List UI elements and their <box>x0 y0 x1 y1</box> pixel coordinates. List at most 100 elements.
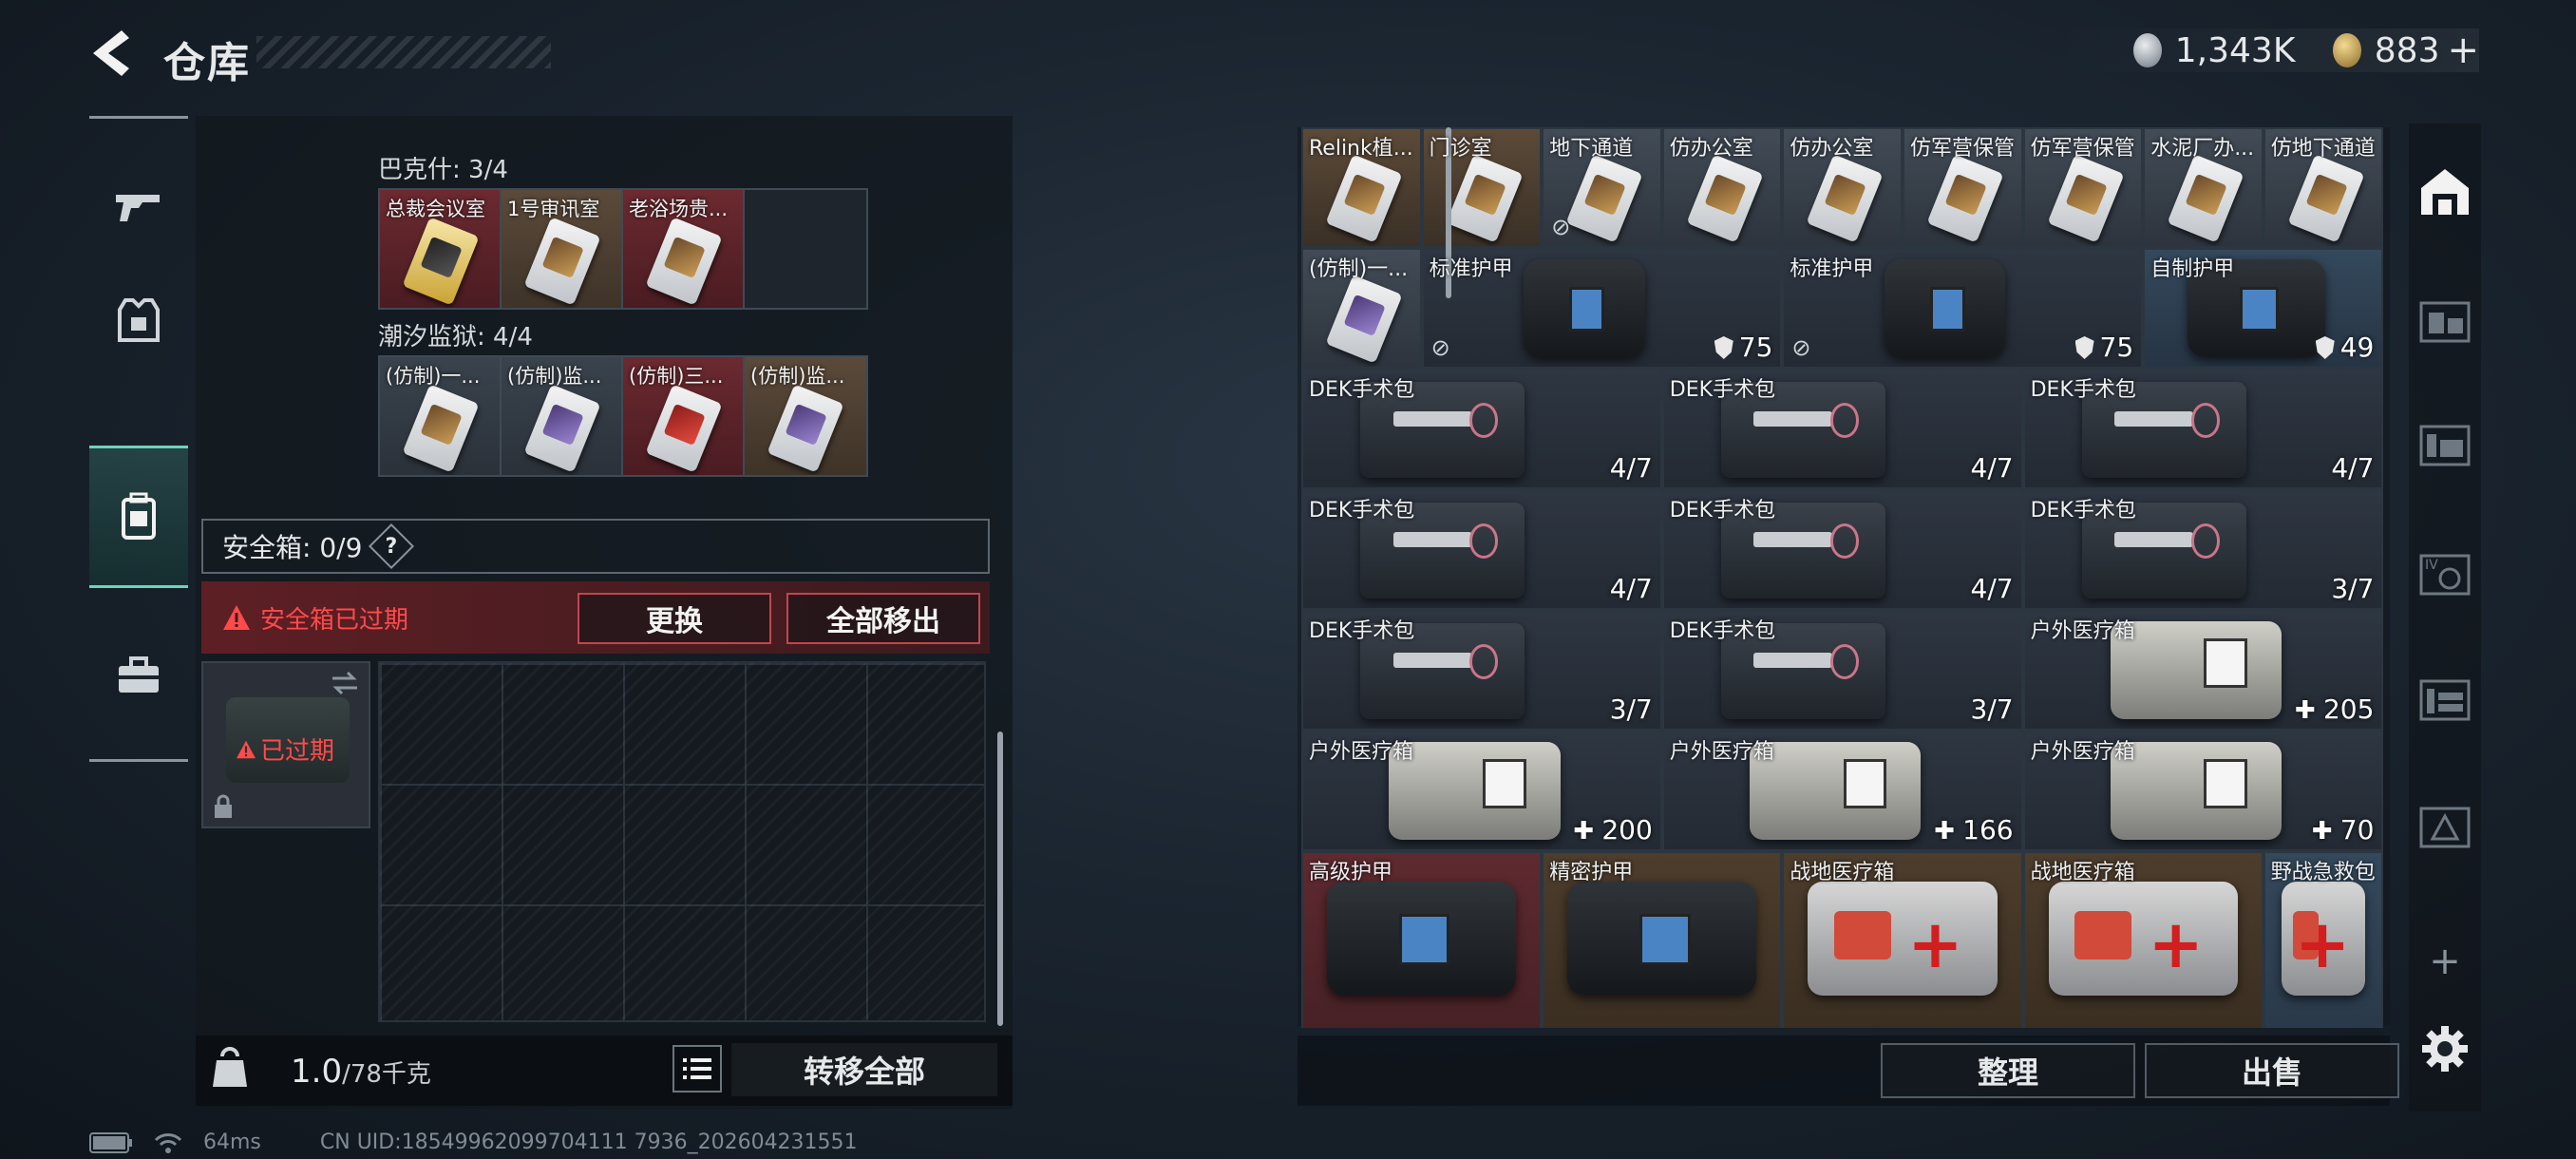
storage-tab-2[interactable] <box>2413 412 2477 477</box>
back-button[interactable] <box>87 27 133 80</box>
inventory-keycard[interactable]: 仿办公室 <box>1782 127 1903 248</box>
inventory-keycard[interactable]: 仿地下通道 <box>2263 127 2384 248</box>
sort-button[interactable]: 整理 <box>1881 1043 2135 1098</box>
keycard-slot[interactable]: (仿制)一... <box>380 357 502 475</box>
gold-coin-icon <box>2333 33 2361 67</box>
inventory-surgery-kit[interactable]: DEK手术包 4/7 <box>1301 369 1662 489</box>
back-arrow-icon <box>93 30 129 76</box>
inventory-field-med-box[interactable]: 战地医疗箱 <box>2022 851 2263 1028</box>
group-label-bakshi: 巴克什: 3/4 <box>378 156 508 184</box>
item-image <box>1326 882 1517 996</box>
inventory-medical-box[interactable]: 户外医疗箱 ✚ 200 <box>1301 731 1662 851</box>
tab-toolbox[interactable] <box>89 626 188 725</box>
storage-tab-main[interactable] <box>2413 160 2477 224</box>
help-button[interactable]: ? <box>369 522 415 570</box>
item-name: 户外医疗箱 <box>2030 740 2135 764</box>
inventory-surgery-kit[interactable]: DEK手术包 4/7 <box>1661 369 2023 489</box>
keycard-slot[interactable]: (仿制)监... <box>502 357 623 475</box>
left-tab-rail <box>89 116 188 762</box>
item-value-text: 3/7 <box>2331 573 2375 604</box>
inventory-keycard[interactable]: 地下通道 ⊘ <box>1542 127 1662 248</box>
inventory-keycard[interactable]: 仿军营保管 <box>1903 127 2023 248</box>
armor-icon <box>118 298 160 342</box>
tab-backpack[interactable] <box>89 446 188 588</box>
add-currency-button[interactable]: + <box>2448 28 2480 72</box>
item-name: 户外医疗箱 <box>2030 619 2135 643</box>
currency-bar: 1,343K 883 + <box>2052 28 2479 72</box>
inventory-surgery-kit[interactable]: DEK手术包 3/7 <box>1301 610 1662 731</box>
item-name: 标准护甲 <box>1790 257 1874 281</box>
safe-box-label: 安全箱: 0/9 <box>222 532 363 563</box>
weight-value: 1.0 <box>291 1053 343 1091</box>
replace-button[interactable]: 更换 <box>578 593 771 644</box>
add-storage-button[interactable]: + <box>2413 929 2477 994</box>
storage-tab-6[interactable] <box>2413 794 2477 859</box>
no-trade-icon: ⊘ <box>1430 334 1450 361</box>
storage-tab-5[interactable] <box>2413 667 2477 732</box>
inventory-armor[interactable]: 精密护甲 <box>1542 851 1783 1028</box>
storage-tab-4[interactable]: IV <box>2413 542 2477 606</box>
keycard-slot[interactable]: 老浴场贵... <box>623 190 745 308</box>
inventory-keycard[interactable]: 水泥厂办... <box>2143 127 2263 248</box>
item-name: 自制护甲 <box>2150 257 2235 281</box>
keycard-slot[interactable]: (仿制)三... <box>623 357 745 475</box>
storage-5-icon <box>2419 679 2471 721</box>
left-scrollbar[interactable] <box>997 732 1003 1026</box>
item-value: ✚ 166 <box>1934 814 2014 846</box>
inventory-medical-box[interactable]: 户外医疗箱 ✚ 166 <box>1661 731 2023 851</box>
storage-tab-1[interactable] <box>2413 289 2477 353</box>
sell-button[interactable]: 出售 <box>2145 1043 2399 1098</box>
health-icon: ✚ <box>2311 817 2340 846</box>
item-name: DEK手术包 <box>2030 499 2136 522</box>
item-value-text: 4/7 <box>2331 452 2375 484</box>
item-name: 仿办公室 <box>1790 137 1874 161</box>
item-name: DEK手术包 <box>1309 619 1415 643</box>
storage-6-icon <box>2419 807 2471 848</box>
safe-box-grid[interactable] <box>378 661 986 1022</box>
item-name: 户外医疗箱 <box>1669 740 1774 764</box>
inventory-keycard[interactable]: 门诊室 <box>1421 127 1543 248</box>
list-view-button[interactable] <box>672 1045 722 1092</box>
inventory-keycard[interactable]: (仿制)一... <box>1301 248 1422 369</box>
keycard-row-tide-prison: (仿制)一... (仿制)监... (仿制)三... (仿制)监... <box>378 355 868 477</box>
inventory-armor[interactable]: 标准护甲 ⊘ 75 <box>1782 248 2144 369</box>
remove-all-button[interactable]: 全部移出 <box>786 593 980 644</box>
weight-capacity: /78千克 <box>342 1060 431 1089</box>
inventory-surgery-kit[interactable]: DEK手术包 4/7 <box>2022 369 2384 489</box>
item-name: 地下通道 <box>1549 137 1634 161</box>
inventory-first-aid-kit[interactable]: 野战急救包 <box>2263 851 2384 1028</box>
keycard-image <box>1926 154 2004 243</box>
inventory-armor[interactable]: 自制护甲 49 <box>2143 248 2384 369</box>
inventory-medical-box[interactable]: 户外医疗箱 ✚ 70 <box>2022 731 2384 851</box>
safe-box-slot[interactable]: 已过期 <box>201 661 370 828</box>
inventory-armor[interactable]: 高级护甲 <box>1301 851 1543 1028</box>
inventory-field-med-box[interactable]: 战地医疗箱 <box>1782 851 2023 1028</box>
keycard-slot[interactable]: (仿制)监... <box>745 357 866 475</box>
inventory-keycard[interactable]: 仿办公室 <box>1661 127 1783 248</box>
settings-button[interactable] <box>2413 1016 2477 1081</box>
inventory-surgery-kit[interactable]: DEK手术包 4/7 <box>1301 489 1662 610</box>
inventory-keycard[interactable]: 仿军营保管 <box>2022 127 2144 248</box>
expired-overlay: 已过期 <box>236 732 334 767</box>
item-name: 高级护甲 <box>1309 861 1393 884</box>
item-value: 49 <box>2315 332 2374 363</box>
gun-icon <box>116 195 160 221</box>
inventory-surgery-kit[interactable]: DEK手术包 4/7 <box>1661 489 2023 610</box>
keycard-image <box>645 217 723 306</box>
keycard-image <box>402 384 480 473</box>
inventory-surgery-kit[interactable]: DEK手术包 3/7 <box>1661 610 2023 731</box>
keycard-image <box>523 384 601 473</box>
item-value-text: 3/7 <box>1609 694 1653 725</box>
keycard-slot-empty[interactable] <box>745 190 866 308</box>
inventory-armor[interactable]: 标准护甲 ⊘ 75 <box>1421 248 1783 369</box>
inventory-surgery-kit[interactable]: DEK手术包 3/7 <box>2022 489 2384 610</box>
item-value: 75 <box>2074 332 2133 363</box>
item-image <box>1808 882 1998 996</box>
keycard-slot[interactable]: 1号审讯室 <box>502 190 623 308</box>
tab-weapons[interactable] <box>89 157 188 256</box>
tab-armor[interactable] <box>89 271 188 370</box>
inventory-medical-box[interactable]: 户外医疗箱 ✚ 205 <box>2022 610 2384 731</box>
transfer-all-button[interactable]: 转移全部 <box>731 1043 997 1096</box>
keycard-slot[interactable]: 总裁会议室 <box>380 190 502 308</box>
inventory-keycard[interactable]: Relink植... <box>1301 127 1422 248</box>
